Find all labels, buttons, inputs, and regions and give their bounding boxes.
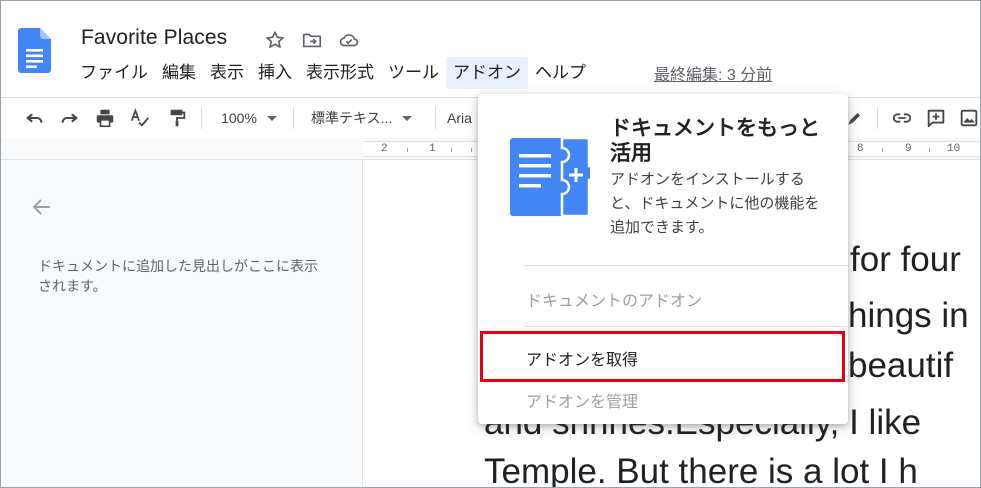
menu-divider <box>524 326 848 327</box>
style-value: 標準テキス... <box>311 110 393 126</box>
menu-format[interactable]: 表示形式 <box>299 57 381 89</box>
ruler-number: 2 <box>381 143 388 155</box>
google-docs-logo-icon[interactable] <box>18 28 51 73</box>
star-icon[interactable] <box>263 28 287 52</box>
undo-button[interactable] <box>21 104 49 132</box>
document-text-line[interactable]: beautif <box>848 346 953 386</box>
menu-edit[interactable]: 編集 <box>155 57 203 89</box>
ruler-tick <box>407 148 408 152</box>
style-select[interactable]: 標準テキス... <box>303 104 427 132</box>
menu-view[interactable]: 表示 <box>203 57 251 89</box>
document-title[interactable]: Favorite Places <box>81 26 227 50</box>
insert-link-button[interactable] <box>889 104 915 132</box>
insert-image-button[interactable] <box>957 104 980 132</box>
outline-empty-hint: ドキュメントに追加した見出しがここに表示されます。 <box>38 258 318 294</box>
highlight-annotation-box <box>480 331 845 382</box>
zoom-value: 100% <box>221 110 257 126</box>
ruler-tick <box>929 148 930 152</box>
ruler-number: 9 <box>905 143 912 155</box>
addon-promo-description: アドオンをインストールすると、ドキュメントに他の機能を追加できます。 <box>610 171 820 236</box>
highlighter-pen-icon <box>848 113 860 125</box>
menu-addons[interactable]: アドオン <box>446 57 528 89</box>
print-icon <box>96 109 114 128</box>
ruler-tick <box>471 148 472 152</box>
menu-insert[interactable]: 挿入 <box>251 57 299 89</box>
ruler-number: 10 <box>947 143 961 155</box>
font-select[interactable]: Aria <box>447 104 477 132</box>
paint-format-icon <box>170 109 186 127</box>
redo-button[interactable] <box>55 104 83 132</box>
menu-item-docs-addons: ドキュメントのアドオン <box>526 293 703 310</box>
link-icon <box>892 113 912 123</box>
document-text-line[interactable]: for four <box>850 240 961 280</box>
menu-tools[interactable]: ツール <box>381 57 446 89</box>
ruler-tick <box>451 148 452 152</box>
ruler-number: 1 <box>429 143 436 155</box>
toolbar-divider <box>293 107 294 129</box>
print-button[interactable] <box>91 104 119 132</box>
chevron-down-icon <box>266 115 277 121</box>
addon-document-icon <box>510 138 590 218</box>
paint-format-button[interactable] <box>163 104 191 132</box>
add-comment-icon <box>927 109 945 128</box>
document-outline-panel: ドキュメントに追加した見出しがここに表示されます。 <box>1 160 363 487</box>
addon-promo-title: ドキュメントをもっと活用 <box>610 117 820 165</box>
image-icon <box>960 109 978 127</box>
app-window: Favorite Places ファイル 編集 表示 挿入 表示形式 ツール ア… <box>0 0 981 488</box>
move-folder-icon[interactable] <box>300 28 324 52</box>
redo-icon <box>61 113 78 123</box>
menu-file[interactable]: ファイル <box>73 57 155 89</box>
cloud-saved-icon[interactable] <box>337 28 361 52</box>
spellcheck-button[interactable] <box>126 104 154 132</box>
menu-divider <box>524 265 848 266</box>
menu-item-manage-addons: アドオンを管理 <box>526 394 639 411</box>
spellcheck-icon <box>130 108 149 127</box>
menubar: ファイル 編集 表示 挿入 表示形式 ツール アドオン ヘルプ <box>73 57 593 89</box>
chevron-down-icon <box>402 115 413 121</box>
ruler-number: 8 <box>857 143 864 155</box>
menu-help[interactable]: ヘルプ <box>528 57 593 89</box>
toolbar-divider <box>201 107 202 129</box>
last-edit-link[interactable]: 最終編集: 3 分前 <box>654 61 772 85</box>
add-comment-button[interactable] <box>923 104 949 132</box>
toolbar-divider <box>877 107 878 129</box>
title-actions <box>263 28 361 52</box>
document-text-line[interactable]: hings in <box>848 296 969 336</box>
undo-icon <box>26 113 43 123</box>
document-text-line[interactable]: Temple. But there is a lot I h <box>484 452 918 487</box>
arrow-back-icon[interactable] <box>30 195 54 219</box>
ruler-tick <box>882 148 883 152</box>
font-value: Aria <box>447 110 472 126</box>
toolbar-divider <box>435 107 436 129</box>
zoom-select[interactable]: 100% <box>213 104 285 132</box>
